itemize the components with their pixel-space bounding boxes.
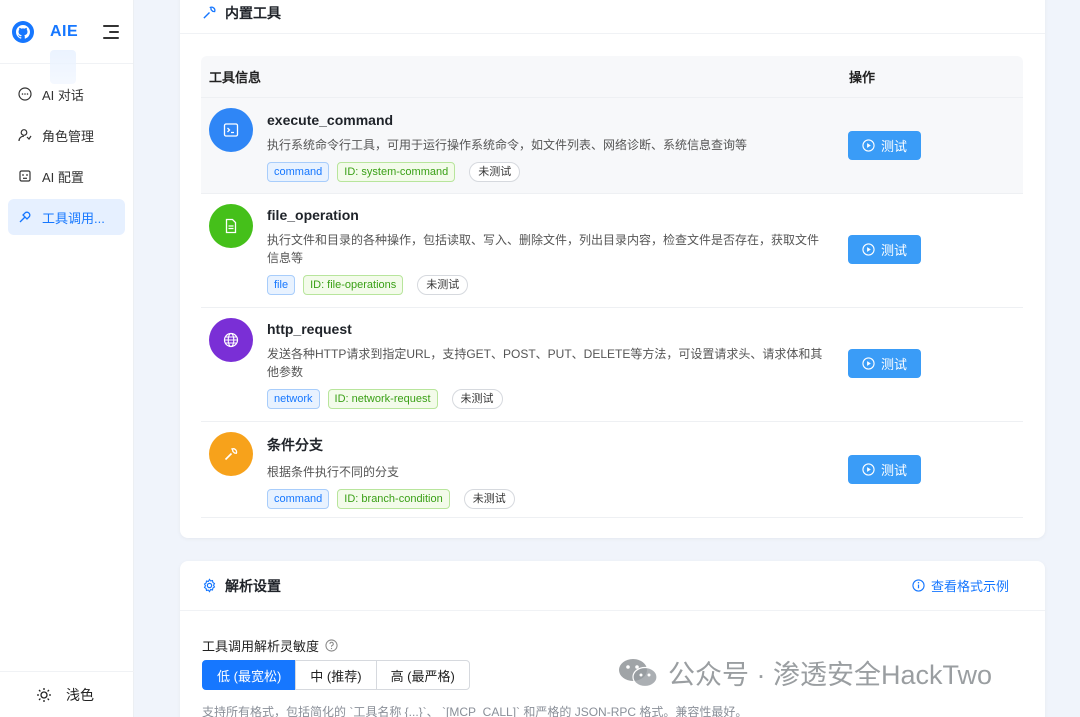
sidebar-item-ai-config[interactable]: AI 配置 (8, 158, 125, 194)
sidebar-header: AIE (0, 0, 133, 84)
tool-name: file_operation (267, 207, 359, 223)
status-badge: 未测试 (451, 389, 503, 409)
test-button[interactable]: 测试 (848, 455, 921, 484)
column-header-info: 工具信息 (209, 70, 262, 85)
sun-icon (36, 687, 52, 703)
ghost-highlight (50, 50, 76, 84)
sensitivity-label-text: 工具调用解析灵敏度 (202, 639, 320, 654)
gear-icon (202, 578, 217, 593)
table-row: file_operation 执行文件和目录的各种操作，包括读取、写入、删除文件… (201, 194, 1023, 308)
id-tag: ID: network-request (327, 389, 438, 409)
sidebar-item-label: AI 对话 (42, 87, 84, 103)
play-circle-icon (862, 463, 875, 476)
sidebar-item-label: AI 配置 (42, 169, 84, 185)
test-button[interactable]: 测试 (848, 235, 921, 264)
category-tag: command (267, 489, 330, 509)
table-header: 工具信息 操作 (201, 56, 1023, 98)
wrench-icon (202, 5, 217, 20)
table-row: http_request 发送各种HTTP请求到指定URL，支持GET、POST… (201, 308, 1023, 422)
help-text: 支持所有格式，包括简化的 `工具名称 {...}`、 `[MCP_CALL]` … (202, 705, 748, 717)
option-low[interactable]: 低 (最宽松) (202, 660, 297, 690)
tool-desc: 执行文件和目录的各种操作，包括读取、写入、删除文件，列出目录内容，检查文件是否存… (267, 233, 820, 265)
parse-settings-card: 解析设置 查看格式示例 工具调用解析灵敏度 低 (最宽松) 中 (推荐) 高 (… (180, 561, 1045, 717)
column-header-action: 操作 (849, 70, 876, 85)
test-button-label: 测试 (880, 139, 907, 154)
tool-info: file_operation 执行文件和目录的各种操作，包括读取、写入、删除文件… (267, 207, 827, 295)
test-button-label: 测试 (880, 243, 907, 258)
test-button-label: 测试 (880, 357, 907, 372)
status-badge: 未测试 (463, 489, 515, 509)
user-role-icon (18, 128, 32, 142)
play-circle-icon (862, 243, 875, 256)
builtin-tools-title: 内置工具 (225, 4, 281, 21)
tool-desc: 根据条件执行不同的分支 (267, 465, 400, 479)
category-tag: command (267, 162, 330, 182)
robot-icon (18, 169, 32, 183)
id-tag: ID: file-operations (303, 275, 404, 295)
sidebar-item-label: 工具调用... (42, 210, 105, 226)
tool-tags: command ID: branch-condition 未测试 (267, 489, 827, 509)
card-title: 解析设置 查看格式示例 (180, 561, 1045, 611)
sensitivity-segmented-control: 低 (最宽松) 中 (推荐) 高 (最严格) (202, 660, 470, 690)
test-button[interactable]: 测试 (848, 131, 921, 160)
tool-tags: command ID: system-command 未测试 (267, 162, 827, 182)
tool-tags: network ID: network-request 未测试 (267, 389, 827, 409)
sensitivity-label: 工具调用解析灵敏度 (202, 636, 338, 655)
status-badge: 未测试 (417, 275, 469, 295)
info-icon (912, 579, 925, 592)
id-tag: ID: system-command (337, 162, 456, 182)
format-example-label: 查看格式示例 (930, 579, 1009, 594)
github-logo-icon[interactable] (12, 20, 34, 43)
status-badge: 未测试 (469, 162, 521, 182)
option-high[interactable]: 高 (最严格) (375, 660, 470, 690)
file-icon (209, 204, 253, 248)
watermark: 公众号 · 渗透安全HackTwo (618, 653, 992, 692)
tool-info: 条件分支 根据条件执行不同的分支 command ID: branch-cond… (267, 435, 827, 509)
tool-name: execute_command (267, 112, 394, 128)
watermark-text: 公众号 · 渗透安全HackTwo (668, 660, 993, 690)
question-circle-icon[interactable] (325, 639, 338, 652)
play-circle-icon (862, 139, 875, 152)
builtin-tools-card: 内置工具 工具信息 操作 execute_command 执行系统命令行工具，可… (180, 0, 1045, 538)
option-medium[interactable]: 中 (推荐) (295, 660, 377, 690)
tool-desc: 执行系统命令行工具，可用于运行操作系统命令，如文件列表、网络诊断、系统信息查询等 (267, 138, 748, 152)
tool-link-icon (18, 210, 32, 224)
terminal-icon (209, 108, 253, 152)
category-tag: network (267, 389, 320, 409)
wechat-logo-icon (618, 657, 658, 689)
table-row: 条件分支 根据条件执行不同的分支 command ID: branch-cond… (201, 422, 1023, 518)
id-tag: ID: branch-condition (337, 489, 450, 509)
globe-icon (209, 318, 253, 362)
theme-label: 浅色 (66, 686, 94, 703)
sidebar: AIE AI 对话 角色管理 AI 配置 工具调用... 浅色 (0, 0, 134, 717)
test-button[interactable]: 测试 (848, 349, 921, 378)
collapse-menu-icon[interactable] (103, 24, 119, 39)
tool-info: http_request 发送各种HTTP请求到指定URL，支持GET、POST… (267, 321, 827, 409)
tools-table: 工具信息 操作 execute_command 执行系统命令行工具，可用于运行操… (201, 56, 1023, 518)
sidebar-nav: AI 对话 角色管理 AI 配置 工具调用... (0, 76, 133, 235)
tool-desc: 发送各种HTTP请求到指定URL，支持GET、POST、PUT、DELETE等方… (267, 347, 823, 379)
parse-settings-title: 解析设置 (225, 577, 281, 594)
wrench-icon (209, 432, 253, 476)
sidebar-item-label: 角色管理 (42, 128, 95, 144)
format-example-link[interactable]: 查看格式示例 (912, 576, 1009, 595)
chat-icon (18, 87, 32, 101)
category-tag: file (267, 275, 296, 295)
test-button-label: 测试 (880, 463, 907, 478)
tool-name: http_request (267, 321, 352, 337)
tool-info: execute_command 执行系统命令行工具，可用于运行操作系统命令，如文… (267, 112, 827, 182)
tool-name: 条件分支 (267, 437, 323, 453)
sidebar-item-tools[interactable]: 工具调用... (8, 199, 125, 235)
card-title: 内置工具 (180, 0, 1045, 34)
play-circle-icon (862, 357, 875, 370)
app-name: AIE (50, 22, 79, 40)
tool-tags: file ID: file-operations 未测试 (267, 275, 827, 295)
sidebar-item-roles[interactable]: 角色管理 (8, 117, 125, 153)
theme-toggle[interactable]: 浅色 (0, 671, 134, 717)
table-row: execute_command 执行系统命令行工具，可用于运行操作系统命令，如文… (201, 98, 1023, 194)
